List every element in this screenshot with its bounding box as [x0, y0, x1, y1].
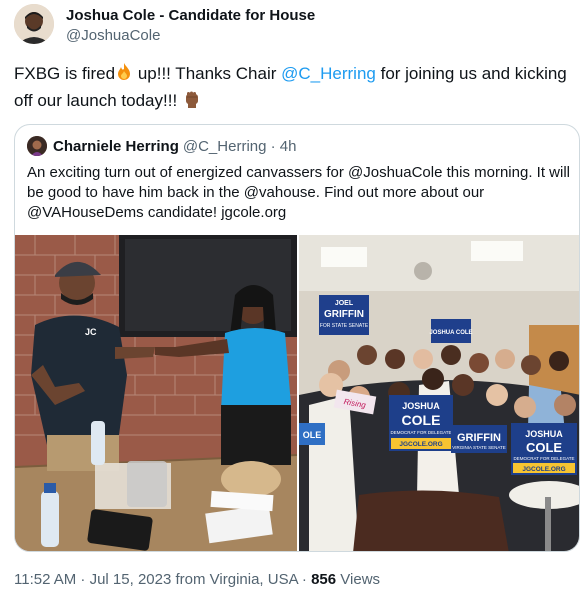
svg-text:DEMOCRAT FOR DELEGATE: DEMOCRAT FOR DELEGATE — [513, 456, 574, 461]
views-count: 856 — [311, 571, 337, 588]
quoted-author-avatar[interactable] — [27, 136, 47, 156]
sign-ole: OLE — [299, 423, 325, 445]
svg-text:OLE: OLE — [303, 430, 322, 440]
quoted-author-name[interactable]: Charniele Herring — [53, 138, 179, 155]
photo-handshake[interactable]: JC — [15, 235, 297, 551]
mention-link[interactable]: @C_Herring — [281, 64, 376, 83]
svg-text:GRIFFIN: GRIFFIN — [324, 309, 364, 320]
views-label: Views — [336, 571, 381, 588]
svg-text:JGCOLE.ORG: JGCOLE.ORG — [399, 441, 442, 448]
tweet-meta: 11:52 AM · Jul 15, 2023 from Virginia, U… — [14, 570, 380, 590]
svg-text:JOSHUA: JOSHUA — [525, 429, 563, 439]
svg-text:JGCOLE.ORG: JGCOLE.ORG — [522, 466, 565, 473]
svg-text:VIRGINIA STATE SENATE: VIRGINIA STATE SENATE — [452, 445, 506, 450]
quoted-tweet-header: Charniele Herring @C_Herring · 4h — [27, 136, 296, 156]
author-avatar[interactable] — [14, 4, 54, 44]
author-display-name[interactable]: Joshua Cole - Candidate for House — [66, 6, 315, 26]
svg-text:COLE: COLE — [402, 412, 441, 428]
fire-icon — [115, 62, 133, 89]
svg-text:DEMOCRAT FOR DELEGATE: DEMOCRAT FOR DELEGATE — [390, 430, 451, 435]
tweet-text-part1: FXBG is fired — [14, 64, 116, 83]
svg-text:FOR STATE SENATE: FOR STATE SENATE — [320, 323, 369, 329]
tweet-time-location[interactable]: 11:52 AM · Jul 15, 2023 from Virginia, U… — [14, 571, 311, 588]
raised-fist-icon — [182, 89, 202, 116]
author-handle[interactable]: @JoshuaCole — [66, 26, 315, 46]
quoted-tweet[interactable]: Charniele Herring @C_Herring · 4h An exc… — [14, 124, 580, 552]
svg-text:JOEL: JOEL — [335, 300, 354, 307]
photo-group[interactable]: JOEL GRIFFIN FOR STATE SENATE JOSHUA COL… — [299, 235, 579, 551]
quoted-author-handle-time: @C_Herring · 4h — [182, 137, 297, 155]
quoted-tweet-photos: JC JOEL GRIFFIN FOR STATE SENATE JOSHUA … — [15, 235, 579, 551]
sign-small-joshua-cole: JOSHUA COLE — [429, 319, 473, 343]
tweet-text: FXBG is fired up!!! Thanks Chair @C_Herr… — [14, 62, 579, 116]
svg-text:GRIFFIN: GRIFFIN — [457, 432, 501, 444]
sign-joshua-cole-2: JOSHUA COLE DEMOCRAT FOR DELEGATE JGCOLE… — [511, 423, 577, 475]
quoted-tweet-text: An exciting turn out of energized canvas… — [27, 164, 570, 221]
svg-text:COLE: COLE — [526, 440, 562, 455]
sign-griffin-senate: GRIFFIN VIRGINIA STATE SENATE — [451, 425, 507, 453]
svg-text:JOSHUA: JOSHUA — [402, 401, 440, 411]
sign-joel-griffin: JOEL GRIFFIN FOR STATE SENATE — [319, 295, 369, 335]
tweet-header: Joshua Cole - Candidate for House @Joshu… — [14, 4, 574, 48]
sign-joshua-cole: JOSHUA COLE DEMOCRAT FOR DELEGATE JGCOLE… — [389, 395, 453, 451]
tweet-text-part2: up!!! Thanks Chair — [133, 64, 282, 83]
shirt-logo: JC — [85, 327, 97, 337]
svg-text:JOSHUA COLE: JOSHUA COLE — [429, 330, 472, 336]
